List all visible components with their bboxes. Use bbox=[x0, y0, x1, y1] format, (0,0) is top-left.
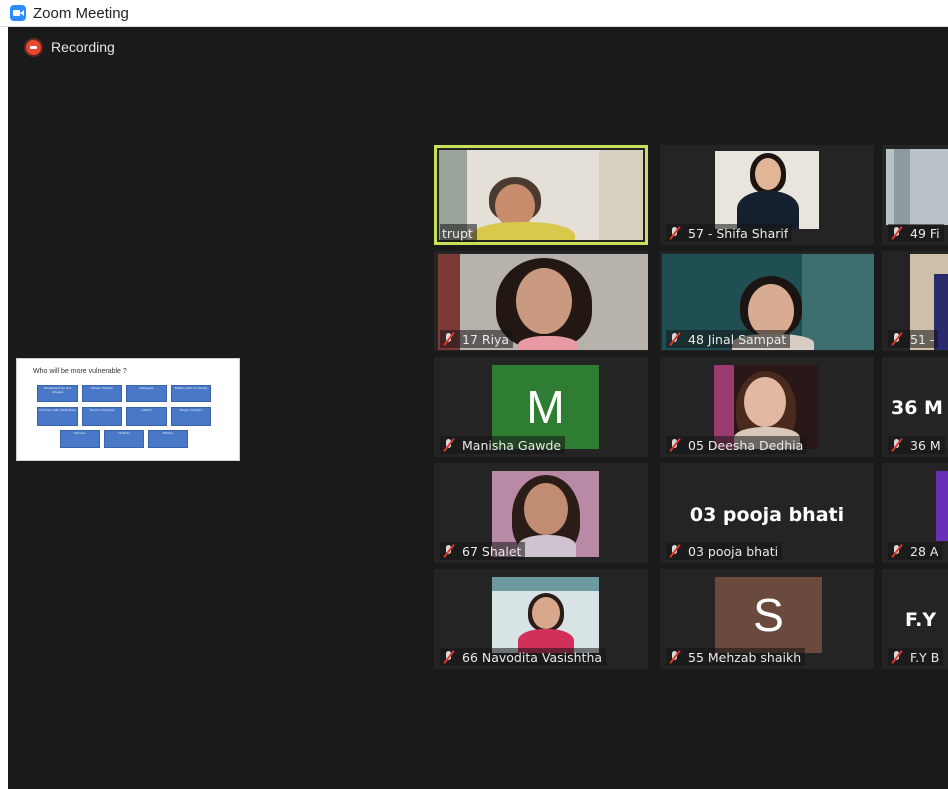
participant-name-display: 36 M bbox=[891, 397, 943, 419]
participant-tile-navodita[interactable]: 66 Navodita Vasishtha bbox=[434, 569, 648, 669]
window-title: Zoom Meeting bbox=[33, 4, 129, 22]
participant-nametag: Manisha Gawde bbox=[440, 436, 566, 454]
participant-video bbox=[492, 577, 599, 653]
slide-box: Street children bbox=[82, 385, 122, 402]
slide-box: Elderly with no family bbox=[171, 385, 211, 402]
mic-muted-icon bbox=[890, 650, 904, 664]
mic-muted-icon bbox=[442, 650, 456, 664]
participant-nametag: 48 Jinal Sampat bbox=[666, 330, 791, 348]
mic-muted-icon bbox=[442, 438, 456, 452]
participant-name: 51 - bbox=[910, 331, 935, 347]
recording-label: Recording bbox=[51, 39, 115, 55]
participant-nametag: 57 - Shifa Sharif bbox=[666, 224, 793, 242]
participant-video bbox=[886, 149, 948, 225]
mic-muted-icon bbox=[668, 226, 682, 240]
mic-muted-icon bbox=[890, 438, 904, 452]
participant-nametag: 66 Navodita Vasishtha bbox=[440, 648, 607, 666]
participant-video bbox=[715, 151, 819, 229]
participant-tile-mehzab[interactable]: S 55 Mehzab shaikh bbox=[660, 569, 874, 669]
participant-tile-col3-r4[interactable]: 28 A bbox=[882, 463, 948, 563]
participant-name: 57 - Shifa Sharif bbox=[688, 225, 789, 241]
title-bar: Zoom Meeting bbox=[0, 0, 948, 27]
participant-tile-jinal[interactable]: 48 Jinal Sampat bbox=[660, 251, 874, 351]
participant-nametag: 49 Fi bbox=[888, 224, 944, 242]
participant-nametag: 28 A bbox=[888, 542, 943, 560]
participant-name: 28 A bbox=[910, 543, 939, 559]
participant-name: 17 Riya bbox=[462, 331, 510, 347]
participant-nametag: 36 M bbox=[888, 436, 945, 454]
participant-tile-deesha[interactable]: 05 Deesha Dedhia bbox=[660, 357, 874, 457]
participant-nametag: 55 Mehzab shaikh bbox=[666, 648, 806, 666]
participant-nametag: 17 Riya bbox=[440, 330, 514, 348]
slide-box: Women bbox=[60, 430, 100, 448]
participant-name: 49 Fi bbox=[910, 225, 940, 241]
slide-box: Single mothers bbox=[171, 407, 211, 426]
participant-nametag: 67 Shalet bbox=[440, 542, 526, 560]
participant-tile-col3-r3[interactable]: 36 M 36 M bbox=[882, 357, 948, 457]
participant-tile-pooja[interactable]: 03 pooja bhati 03 pooja bhati bbox=[660, 463, 874, 563]
recording-indicator[interactable]: Recording bbox=[26, 39, 115, 55]
participant-name: 03 pooja bhati bbox=[688, 543, 779, 559]
mic-muted-icon bbox=[442, 544, 456, 558]
slide-box: Children bbox=[104, 430, 144, 448]
mic-muted-icon bbox=[890, 226, 904, 240]
participant-tile-riya[interactable]: 17 Riya bbox=[434, 251, 648, 351]
participant-tile-shifa[interactable]: 57 - Shifa Sharif bbox=[660, 145, 874, 245]
participant-name: 55 Mehzab shaikh bbox=[688, 649, 802, 665]
slide-box: Trans individuals bbox=[82, 407, 122, 426]
participant-nametag: 51 - bbox=[888, 330, 939, 348]
mic-muted-icon bbox=[668, 332, 682, 346]
participant-nametag: 05 Deesha Dedhia bbox=[666, 436, 808, 454]
meeting-area: Recording Who will be more vulnerable ? … bbox=[8, 27, 948, 789]
participant-name: 05 Deesha Dedhia bbox=[688, 437, 804, 453]
participant-name-display: 03 pooja bhati bbox=[689, 504, 845, 526]
participant-tile-col3-r5[interactable]: F.Y F.Y B bbox=[882, 569, 948, 669]
participant-nametag: trupt bbox=[440, 224, 477, 242]
slide-box: Children with disabilities bbox=[37, 407, 78, 426]
participant-tile-trupt[interactable]: trupt bbox=[434, 145, 648, 245]
participant-name: 36 M bbox=[910, 437, 941, 453]
slide-box: Elderly bbox=[148, 430, 188, 448]
participant-tile-shalet[interactable]: 67 Shalet bbox=[434, 463, 648, 563]
participant-nametag: F.Y B bbox=[888, 648, 944, 666]
participant-nametag: 03 pooja bhati bbox=[666, 542, 783, 560]
avatar: S bbox=[715, 577, 822, 653]
slide-box: Refugees bbox=[126, 385, 167, 402]
mic-muted-icon bbox=[668, 650, 682, 664]
recording-icon bbox=[26, 39, 41, 55]
participant-name-display: F.Y bbox=[905, 609, 937, 631]
participant-name: Manisha Gawde bbox=[462, 437, 562, 453]
mic-muted-icon bbox=[442, 332, 456, 346]
participant-tile-manisha[interactable]: M Manisha Gawde bbox=[434, 357, 648, 457]
participant-tile-col3-r1[interactable]: 49 Fi bbox=[882, 145, 948, 245]
mic-muted-icon bbox=[668, 438, 682, 452]
mic-muted-icon bbox=[668, 544, 682, 558]
participant-name: trupt bbox=[442, 225, 473, 241]
zoom-app-icon bbox=[10, 5, 26, 21]
slide-box: Students from the villages bbox=[37, 385, 78, 402]
participant-name: 48 Jinal Sampat bbox=[688, 331, 787, 347]
shared-slide-title: Who will be more vulnerable ? bbox=[33, 368, 127, 375]
zoom-window: Zoom Meeting Recording Who will be more … bbox=[0, 0, 948, 789]
participant-name: 67 Shalet bbox=[462, 543, 522, 559]
mic-muted-icon bbox=[890, 332, 904, 346]
shared-screen-thumbnail[interactable]: Who will be more vulnerable ? Students f… bbox=[16, 358, 240, 461]
mic-muted-icon bbox=[890, 544, 904, 558]
participant-name: F.Y B bbox=[910, 649, 940, 665]
participant-avatar-partial bbox=[936, 471, 948, 541]
participant-name: 66 Navodita Vasishtha bbox=[462, 649, 603, 665]
slide-box: LGBTQ bbox=[126, 407, 167, 426]
participant-tile-col3-r2[interactable]: 51 - bbox=[882, 251, 948, 351]
